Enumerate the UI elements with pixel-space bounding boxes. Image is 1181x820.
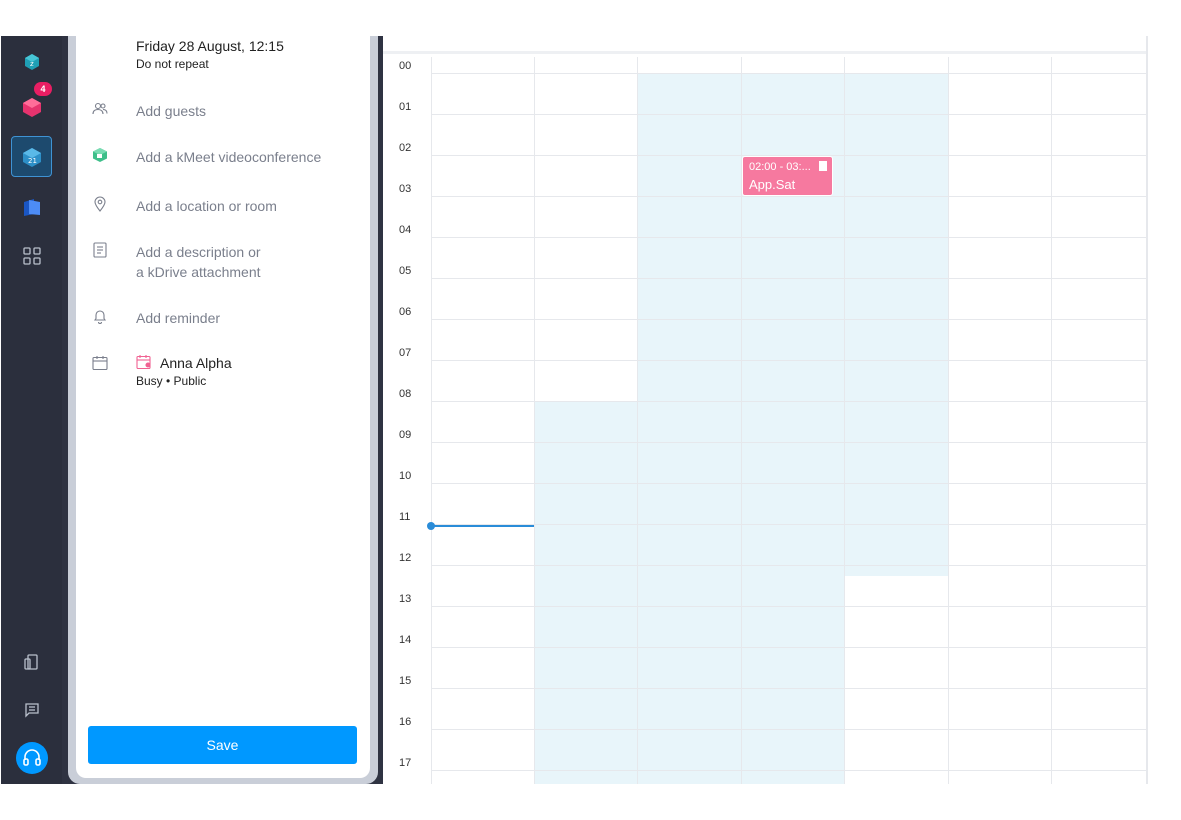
shaded-range-bottom — [535, 576, 844, 784]
calendar-event[interactable]: 02:00 - 03:... App.Sat — [742, 156, 833, 196]
document-icon — [90, 240, 110, 260]
hour-gridline — [431, 606, 1146, 607]
drive-cube-icon — [23, 198, 40, 216]
grid-icon — [22, 246, 41, 265]
add-videoconference-label: Add a kMeet videoconference — [136, 149, 322, 165]
day-column-divider — [844, 57, 845, 784]
event-form: Friday 28 August, 12:15 Do not repeat Ad… — [76, 36, 370, 778]
hour-label: 09 — [399, 429, 412, 441]
guests-icon — [90, 99, 110, 119]
app-rail: z 4 21 — [1, 36, 62, 784]
event-title: App.Sat — [749, 177, 796, 192]
calendar-app: z 4 21 Friday 28 August, 12:15 Do not re… — [0, 0, 1181, 820]
add-guests-label: Add guests — [136, 103, 207, 119]
hour-label: 10 — [399, 470, 412, 482]
hour-gridline — [431, 319, 1146, 320]
hour-label: 12 — [399, 552, 412, 564]
hour-label: 05 — [399, 265, 412, 277]
hour-label: 06 — [399, 306, 412, 318]
kmeet-app-button[interactable]: z — [11, 41, 52, 82]
calendar-row-icon-wrap — [76, 353, 116, 383]
user-calendar-icon — [136, 355, 151, 370]
day-column-divider — [431, 57, 432, 784]
calendar-cube-icon: 21 — [22, 147, 41, 167]
location-pin-icon — [90, 194, 110, 214]
hour-label: 07 — [399, 347, 412, 359]
hour-gridline — [431, 278, 1146, 279]
add-description-label-line2: a kDrive attachment — [136, 264, 261, 280]
apps-grid-button[interactable] — [11, 235, 52, 276]
hour-label: 01 — [399, 101, 412, 113]
mail-app-button[interactable]: 4 — [11, 82, 52, 127]
hour-gridline — [431, 688, 1146, 689]
current-time-line — [431, 525, 534, 527]
current-time-dot — [427, 522, 435, 530]
hour-gridline — [431, 442, 1146, 443]
hour-gridline — [431, 237, 1146, 238]
headset-icon — [23, 749, 41, 766]
day-column-divider — [1051, 57, 1052, 784]
help-button[interactable] — [16, 742, 48, 774]
day-column-divider — [534, 57, 535, 784]
hour-label: 16 — [399, 716, 412, 728]
add-location-label: Add a location or room — [136, 198, 277, 214]
hour-label: 14 — [399, 634, 412, 646]
calendar-week-grid: 00 01 02 03 04 05 06 07 08 09 10 11 12 13 14 15 16 17 02:… — [383, 36, 1146, 784]
day-column-divider — [637, 57, 638, 784]
hour-gridline — [431, 483, 1146, 484]
save-button[interactable]: Save — [88, 726, 357, 764]
devices-button[interactable] — [11, 641, 52, 682]
event-square-icon — [819, 161, 827, 171]
event-time: 02:00 - 03:... — [749, 161, 811, 173]
calendar-right-border — [1146, 36, 1148, 784]
hour-label: 02 — [399, 142, 412, 154]
add-description-row[interactable]: Add a description or a kDrive attachment — [76, 240, 370, 284]
event-form-panel: Friday 28 August, 12:15 Do not repeat Ad… — [68, 36, 378, 784]
add-videoconference-row[interactable]: Add a kMeet videoconference — [76, 145, 370, 175]
hour-label: 11 — [399, 511, 411, 523]
add-reminder-row[interactable]: Add reminder — [76, 306, 370, 336]
hour-gridline — [431, 770, 1146, 771]
hour-label: 13 — [399, 593, 412, 605]
kmeet-icon — [90, 145, 110, 165]
hour-gridline — [431, 196, 1146, 197]
add-description-label-line1: Add a description or — [136, 244, 261, 260]
hour-gridline — [431, 73, 1146, 74]
drive-app-button[interactable] — [11, 186, 52, 227]
hour-gridline — [431, 114, 1146, 115]
bell-icon — [90, 306, 110, 326]
feedback-button[interactable] — [11, 689, 52, 730]
hour-gridline — [431, 360, 1146, 361]
hour-label: 03 — [399, 183, 412, 195]
svg-text:z: z — [30, 60, 34, 68]
calendar-owner-name: Anna Alpha — [160, 355, 232, 371]
hour-label: 17 — [399, 757, 412, 769]
hour-label: 15 — [399, 675, 412, 687]
devices-icon — [23, 653, 38, 670]
hour-gridline — [431, 401, 1146, 402]
hour-label: 08 — [399, 388, 412, 400]
calendar-selector[interactable]: Anna Alpha — [136, 353, 366, 373]
hour-gridline — [431, 647, 1146, 648]
day-column-divider — [948, 57, 949, 784]
calendar-icon — [90, 353, 110, 373]
chat-icon — [24, 702, 39, 718]
event-date-time[interactable]: Friday 28 August, 12:15 — [136, 38, 284, 54]
notification-badge: 4 — [34, 82, 52, 96]
hour-label: 00 — [399, 60, 412, 72]
cube-pink-icon — [22, 97, 41, 117]
svg-text:21: 21 — [28, 157, 37, 165]
add-guests-row[interactable]: Add guests — [76, 99, 370, 129]
event-repeat[interactable]: Do not repeat — [136, 57, 209, 71]
hour-gridline — [431, 729, 1146, 730]
availability-visibility[interactable]: Busy • Public — [136, 374, 206, 388]
calendar-app-button[interactable]: 21 — [11, 136, 52, 177]
hour-label: 04 — [399, 224, 412, 236]
add-location-row[interactable]: Add a location or room — [76, 194, 370, 224]
hour-gridline — [431, 565, 1146, 566]
cube-teal-icon: z — [24, 53, 39, 70]
add-reminder-label: Add reminder — [136, 310, 221, 326]
calendar-header-strip — [383, 36, 1146, 54]
hour-gridline — [431, 524, 1146, 525]
